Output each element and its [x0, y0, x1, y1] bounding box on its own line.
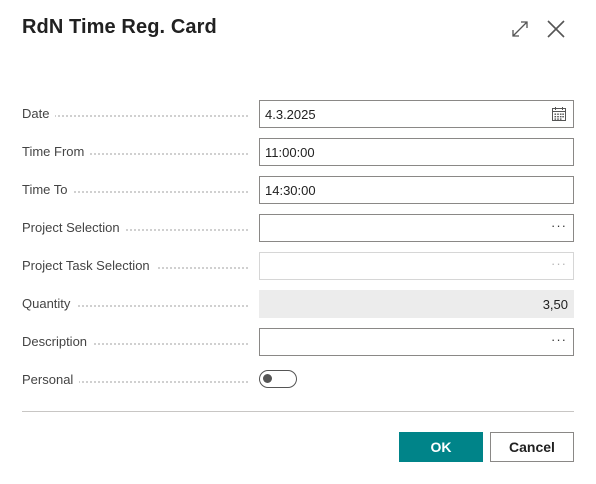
description-field[interactable]: ···	[259, 328, 574, 356]
project-selection-field[interactable]: ···	[259, 214, 574, 242]
toggle-knob	[263, 374, 272, 383]
time-to-label: Time To	[22, 182, 74, 197]
quantity-value: 3,50	[542, 297, 568, 312]
date-field[interactable]: 4.3.2025	[259, 100, 574, 128]
project-task-selection-field[interactable]: ···	[259, 252, 574, 280]
time-reg-card-dialog: RdN Time Reg. Card Date 4.3.2025 Time Fr…	[0, 0, 596, 484]
calendar-icon[interactable]	[551, 106, 567, 125]
time-from-row: Time From 11:00:00	[22, 138, 574, 166]
footer-divider	[22, 411, 574, 412]
date-row: Date 4.3.2025	[22, 100, 574, 128]
dialog-title: RdN Time Reg. Card	[22, 16, 217, 38]
time-from-label: Time From	[22, 144, 91, 159]
date-label: Date	[22, 106, 56, 121]
quantity-field: 3,50	[259, 290, 574, 318]
quantity-row: Quantity 3,50	[22, 290, 574, 318]
time-from-value: 11:00:00	[265, 145, 315, 160]
close-icon[interactable]	[545, 18, 567, 40]
personal-label: Personal	[22, 372, 80, 387]
label-leader-dots	[22, 109, 248, 117]
lookup-ellipsis-button[interactable]: ···	[551, 256, 567, 271]
lookup-ellipsis-button[interactable]: ···	[551, 218, 567, 233]
personal-row: Personal	[22, 366, 574, 394]
time-to-value: 14:30:00	[265, 183, 316, 198]
expand-icon[interactable]	[509, 18, 531, 40]
description-label: Description	[22, 334, 94, 349]
quantity-label: Quantity	[22, 296, 77, 311]
project-selection-row: Project Selection ···	[22, 214, 574, 242]
project-selection-label: Project Selection	[22, 220, 126, 235]
time-to-field[interactable]: 14:30:00	[259, 176, 574, 204]
project-task-selection-row: Project Task Selection ···	[22, 252, 574, 280]
time-from-field[interactable]: 11:00:00	[259, 138, 574, 166]
description-row: Description ···	[22, 328, 574, 356]
project-task-selection-label: Project Task Selection	[22, 258, 156, 273]
date-value: 4.3.2025	[265, 107, 316, 122]
personal-toggle[interactable]	[259, 370, 297, 388]
lookup-ellipsis-button[interactable]: ···	[551, 332, 567, 347]
ok-button[interactable]: OK	[399, 432, 483, 462]
cancel-button[interactable]: Cancel	[490, 432, 574, 462]
time-to-row: Time To 14:30:00	[22, 176, 574, 204]
